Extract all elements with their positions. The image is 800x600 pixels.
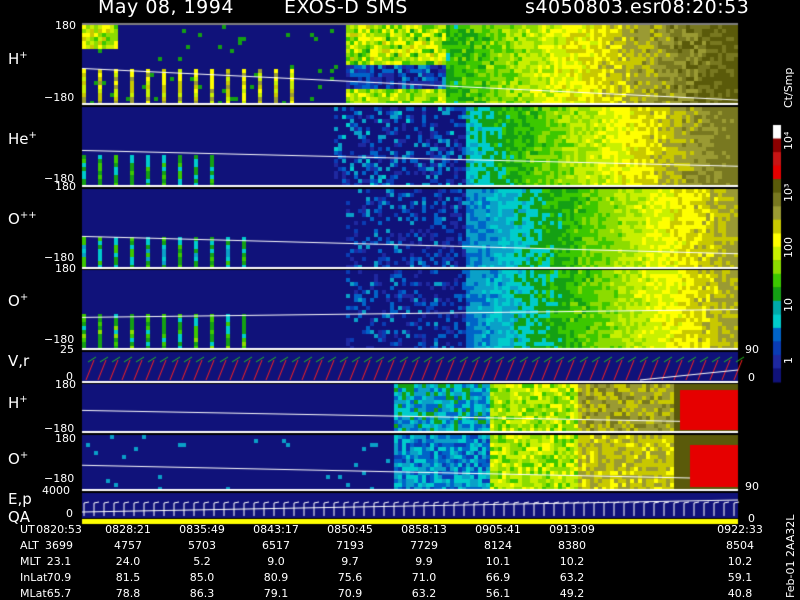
y-tick: 180 bbox=[55, 19, 76, 32]
table-cell: 75.6 bbox=[337, 571, 363, 584]
y-tick: 0 bbox=[66, 507, 73, 520]
table-cell: 0858:13 bbox=[401, 523, 447, 536]
table-cell: 0905:41 bbox=[475, 523, 521, 536]
header-instrument: EXOS-D SMS bbox=[284, 0, 408, 18]
colorbar-tick: 10 bbox=[782, 298, 795, 312]
table-cell: 49.2 bbox=[559, 587, 585, 600]
panel-label-v-r: V,r bbox=[8, 352, 30, 370]
panel-label-o-plus-plus: O++ bbox=[8, 210, 37, 228]
table-cell: 63.2 bbox=[411, 587, 437, 600]
y-tick: 180 bbox=[55, 378, 76, 391]
panel-label-e-p: E,p bbox=[8, 490, 32, 508]
panel-label-he-plus: He+ bbox=[8, 130, 37, 148]
table-cell: 24.0 bbox=[115, 555, 141, 568]
right-tick: 90 bbox=[745, 343, 759, 356]
table-cell: 86.3 bbox=[189, 587, 215, 600]
header-date: May 08, 1994 bbox=[98, 0, 234, 18]
colorbar-tick: 10³ bbox=[782, 183, 795, 202]
table-cell: 79.1 bbox=[263, 587, 289, 600]
table-cell: 9.9 bbox=[415, 555, 433, 568]
table-cell: 10.2 bbox=[559, 555, 585, 568]
table-cell: 65.7 bbox=[46, 587, 72, 600]
header-file: s4050803.esr bbox=[525, 0, 661, 18]
side-text: Feb-01 2AA32L bbox=[784, 514, 797, 598]
table-cell: 59.1 bbox=[727, 571, 753, 584]
y-tick: 180 bbox=[55, 180, 76, 193]
table-cell: 6517 bbox=[262, 539, 290, 552]
table-cell: 9.0 bbox=[267, 555, 285, 568]
table-cell: 81.5 bbox=[115, 571, 141, 584]
panel-label-h-plus: H+ bbox=[8, 50, 28, 68]
panel-label-o-plus: O+ bbox=[8, 292, 29, 310]
colorbar-tick: 100 bbox=[782, 237, 795, 258]
table-cell: 71.0 bbox=[411, 571, 437, 584]
right-tick: 90 bbox=[745, 480, 759, 493]
table-cell: 8380 bbox=[558, 539, 586, 552]
panel-label-h-plus-2: H+ bbox=[8, 394, 28, 412]
table-cell: 10.2 bbox=[727, 555, 753, 568]
table-cell: 7729 bbox=[410, 539, 438, 552]
table-cell: 23.1 bbox=[46, 555, 72, 568]
table-cell: 0913:09 bbox=[549, 523, 595, 536]
table-cell: 10.1 bbox=[485, 555, 511, 568]
table-cell: 8504 bbox=[726, 539, 754, 552]
table-cell: 85.0 bbox=[189, 571, 215, 584]
table-cell: 0850:45 bbox=[327, 523, 373, 536]
table-cell: 0820:53 bbox=[36, 523, 82, 536]
y-tick: 180 bbox=[55, 262, 76, 275]
table-cell: 78.8 bbox=[115, 587, 141, 600]
spectrogram-canvas bbox=[0, 0, 800, 600]
colorbar-unit: Ct/Smp bbox=[782, 67, 795, 108]
table-cell: 0843:17 bbox=[253, 523, 299, 536]
table-cell: 0828:21 bbox=[105, 523, 151, 536]
colorbar-tick: 10⁴ bbox=[782, 131, 795, 150]
right-tick: 0 bbox=[748, 371, 755, 384]
table-cell: 63.2 bbox=[559, 571, 585, 584]
table-cell: 40.8 bbox=[727, 587, 753, 600]
table-cell: 0922:33 bbox=[717, 523, 763, 536]
y-tick: 180 bbox=[55, 432, 76, 445]
table-cell: 7193 bbox=[336, 539, 364, 552]
table-cell: 5.2 bbox=[193, 555, 211, 568]
table-cell: 70.9 bbox=[337, 587, 363, 600]
colorbar-tick: 1 bbox=[782, 357, 795, 364]
table-cell: 8124 bbox=[484, 539, 512, 552]
table-cell: 4757 bbox=[114, 539, 142, 552]
table-cell: 3699 bbox=[45, 539, 73, 552]
y-tick: −180 bbox=[44, 91, 75, 104]
table-cell: 66.9 bbox=[485, 571, 511, 584]
table-cell: 80.9 bbox=[263, 571, 289, 584]
y-tick: 4000 bbox=[42, 484, 70, 497]
header-time: 08:20:53 bbox=[660, 0, 750, 18]
table-cell: 70.9 bbox=[46, 571, 72, 584]
table-cell: 5703 bbox=[188, 539, 216, 552]
y-tick: 25 bbox=[60, 343, 74, 356]
table-cell: 9.7 bbox=[341, 555, 359, 568]
panel-label-o-plus-2: O+ bbox=[8, 450, 29, 468]
table-cell: 0835:49 bbox=[179, 523, 225, 536]
table-cell: 56.1 bbox=[485, 587, 511, 600]
